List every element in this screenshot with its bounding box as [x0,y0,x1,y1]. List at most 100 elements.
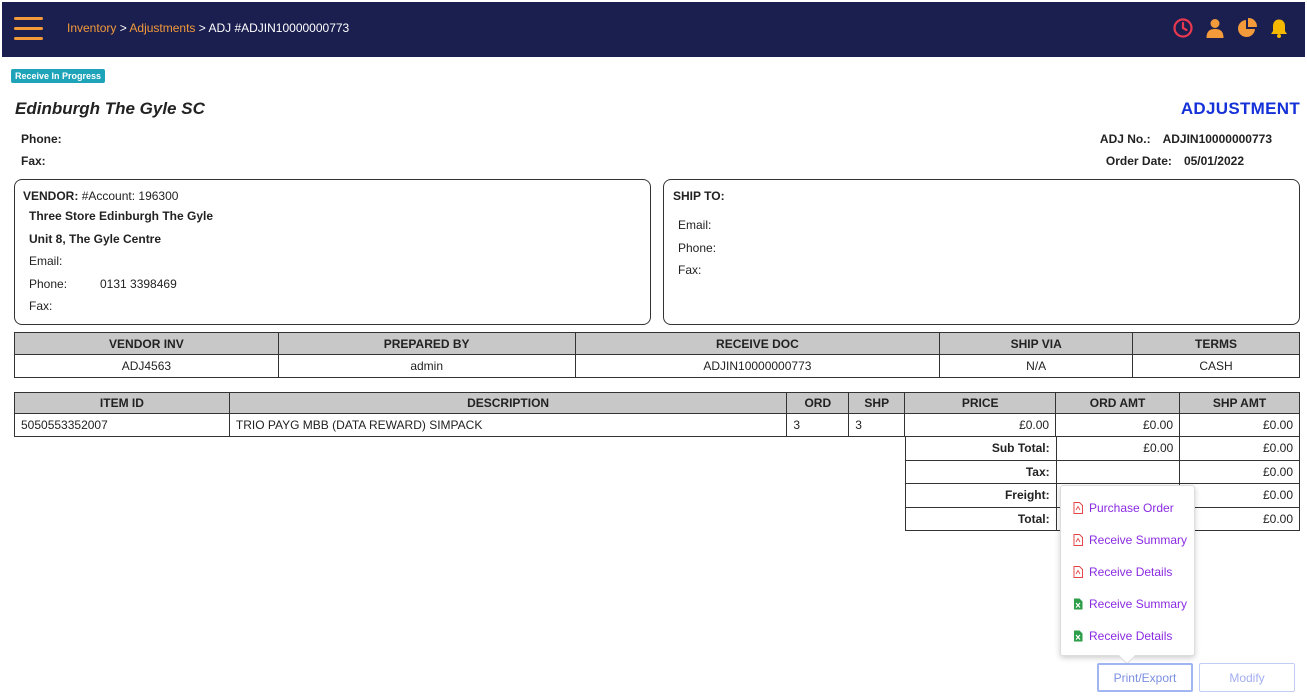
pdf-icon [1073,534,1083,546]
export-receive-summary-pdf[interactable]: Receive Summary [1073,533,1187,547]
export-dropdown-menu: Purchase Order Receive Summary Receive D… [1060,485,1195,665]
order-info-table: VENDOR INV PREPARED BY RECEIVE DOC SHIP … [14,332,1300,378]
export-receive-summary-excel[interactable]: Receive Summary [1073,597,1187,611]
shp-amt-cell: £0.00 [1179,413,1300,437]
vendor-phone-value: 0131 3398469 [100,277,177,291]
vendor-inv-value: ADJ4563 [14,354,279,378]
order-date-row: Order Date: 05/01/2022 [1106,154,1244,168]
subtotal-shp-amt: £0.00 [1179,436,1300,461]
ship-to-fax-label: Fax: [678,263,702,277]
store-phone-label: Phone: [21,132,62,146]
header-price: PRICE [904,392,1057,414]
adj-number-label: ADJ No.: [1099,132,1151,146]
menu-item-label: Purchase Order [1089,501,1174,515]
table-header-row: VENDOR INV PREPARED BY RECEIVE DOC SHIP … [14,332,1300,355]
items-table: ITEM ID DESCRIPTION ORD SHP PRICE ORD AM… [14,392,1300,437]
pie-chart-icon[interactable] [1235,16,1259,40]
export-receive-details-pdf[interactable]: Receive Details [1073,565,1172,579]
store-name: Edinburgh The Gyle SC [15,99,205,118]
freight-label: Freight: [905,483,1057,508]
vendor-label: VENDOR: [23,189,79,203]
document-type-title: ADJUSTMENT [1180,99,1300,118]
header-shp-amt: SHP AMT [1179,392,1300,414]
price-cell: £0.00 [904,413,1057,437]
ship-via-value: N/A [939,354,1134,378]
export-purchase-order-pdf[interactable]: Purchase Order [1073,501,1174,515]
breadcrumb-current: ADJ #ADJIN10000000773 [208,21,350,35]
pdf-icon [1073,566,1083,578]
total-shp-amt: £0.00 [1179,506,1300,531]
tax-ord-amt [1055,459,1181,484]
user-icon[interactable] [1203,16,1227,40]
vendor-address: Unit 8, The Gyle Centre [29,232,162,246]
adj-number-value: ADJIN10000000773 [1162,132,1272,146]
tax-label: Tax: [905,459,1057,484]
header-vendor-inv: VENDOR INV [14,332,279,355]
vendor-box: VENDOR: #Account: 196300 Three Store Edi… [14,179,651,325]
adj-number-row: ADJ No.: ADJIN10000000773 [1100,132,1272,146]
tax-row: Tax: £0.00 [905,459,1300,484]
ship-to-email-label: Email: [678,218,712,232]
subtotal-label: Sub Total: [905,436,1057,461]
tax-shp-amt: £0.00 [1179,459,1300,484]
subtotal-ord-amt: £0.00 [1055,436,1181,461]
menu-item-label: Receive Summary [1089,597,1188,611]
store-fax-label: Fax: [21,154,46,168]
breadcrumb-adjustments[interactable]: Adjustments [129,21,195,35]
excel-icon [1074,598,1083,610]
item-id-cell: 5050553352007 [14,413,230,437]
total-label: Total: [905,506,1057,531]
subtotal-row: Sub Total: £0.00 £0.00 [905,436,1300,461]
receive-doc-value: ADJIN10000000773 [574,354,941,378]
header-receive-doc: RECEIVE DOC [574,332,941,355]
vendor-phone-label: Phone: [29,277,68,291]
table-header-row: ITEM ID DESCRIPTION ORD SHP PRICE ORD AM… [14,392,1300,414]
ship-to-box: SHIP TO: Email: Phone: Fax: [663,179,1300,325]
vendor-account: #Account: 196300 [81,189,179,203]
terms-value: CASH [1132,354,1300,378]
prepared-by-value: admin [277,354,576,378]
ord-cell: 3 [786,413,850,437]
menu-item-label: Receive Details [1089,629,1173,643]
export-receive-details-excel[interactable]: Receive Details [1073,629,1172,643]
pdf-icon [1073,502,1083,514]
ship-to-phone-label: Phone: [678,241,717,255]
menu-item-label: Receive Summary [1089,533,1188,547]
excel-icon [1074,630,1083,642]
bell-icon[interactable] [1267,16,1291,40]
header-ship-via: SHIP VIA [939,332,1134,355]
vendor-email-label: Email: [29,254,63,268]
header-item-id: ITEM ID [14,392,230,414]
header-terms: TERMS [1132,332,1300,355]
clock-icon[interactable] [1171,16,1195,40]
header-ord: ORD [786,392,850,414]
modify-button[interactable]: Modify [1199,663,1295,692]
status-badge: Receive In Progress [11,69,106,83]
breadcrumb-inventory[interactable]: Inventory [67,21,116,35]
top-navigation-bar: Inventory > Adjustments > ADJ #ADJIN1000… [2,2,1305,57]
header-ord-amt: ORD AMT [1055,392,1181,414]
breadcrumb: Inventory > Adjustments > ADJ #ADJIN1000… [67,21,349,35]
print-export-button[interactable]: Print/Export [1097,663,1193,692]
menu-item-label: Receive Details [1089,565,1173,579]
header-prepared-by: PREPARED BY [277,332,576,355]
table-row: 5050553352007 TRIO PAYG MBB (DATA REWARD… [14,413,1300,437]
header-icons [1171,16,1291,40]
vendor-fax-label: Fax: [29,299,53,313]
breadcrumb-separator: > [119,21,130,35]
ship-to-title: SHIP TO: [673,189,725,203]
freight-shp-amt: £0.00 [1179,483,1300,508]
header-description: DESCRIPTION [228,392,788,414]
shp-cell: 3 [848,413,906,437]
breadcrumb-separator: > [198,21,209,35]
dropdown-caret [1118,647,1136,665]
order-date-value: 05/01/2022 [1183,154,1244,168]
vendor-title: VENDOR: #Account: 196300 [23,189,178,203]
header-shp: SHP [848,392,906,414]
table-row: ADJ4563 admin ADJIN10000000773 N/A CASH [14,354,1300,378]
vendor-name: Three Store Edinburgh The Gyle [29,209,214,223]
menu-icon[interactable] [14,17,43,41]
ord-amt-cell: £0.00 [1055,413,1181,437]
order-date-label: Order Date: [1105,154,1172,168]
description-cell: TRIO PAYG MBB (DATA REWARD) SIMPACK [228,413,788,437]
